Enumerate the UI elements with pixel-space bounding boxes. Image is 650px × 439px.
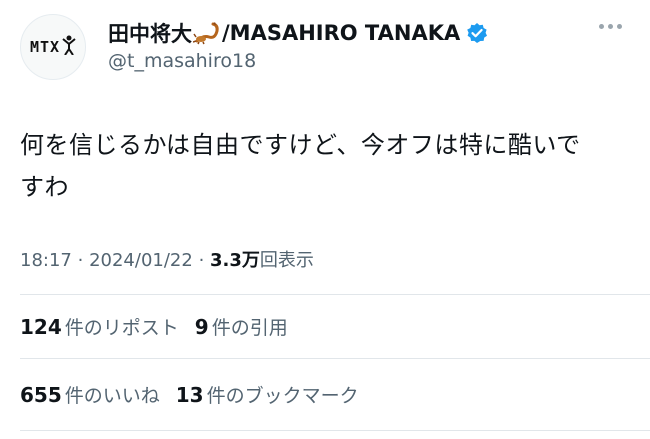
author-name-row[interactable]: 田中将大 /MASAHIRO TANAKA bbox=[108, 18, 488, 48]
meta-separator: · bbox=[198, 250, 205, 271]
display-name[interactable]: 田中将大 bbox=[108, 18, 192, 48]
display-name-suffix[interactable]: /MASAHIRO TANAKA bbox=[222, 21, 460, 45]
stats-row-likes: 655 件のいいね 13 件のブックマーク bbox=[20, 381, 375, 408]
bookmarks-label: 件のブックマーク bbox=[206, 385, 359, 407]
divider bbox=[20, 430, 650, 431]
tweet-text: 何を信じるかは自由ですけど、今オフは特に酷いで すわ bbox=[20, 124, 630, 208]
likes-count: 655 bbox=[20, 383, 62, 407]
meta-separator: · bbox=[77, 250, 84, 271]
reposts-label: 件のリポスト bbox=[64, 317, 179, 339]
reposts-stat[interactable]: 124 件のリポスト bbox=[20, 313, 179, 340]
scorpion-icon bbox=[192, 20, 222, 46]
verified-badge-icon bbox=[466, 22, 488, 44]
divider bbox=[20, 294, 650, 295]
avatar[interactable]: MTX bbox=[20, 14, 86, 80]
quotes-count: 9 bbox=[194, 315, 209, 339]
divider bbox=[20, 358, 650, 359]
more-options-icon[interactable] bbox=[599, 24, 622, 29]
tweet-meta: 18:17 · 2024/01/22 · 3.3万回表示 bbox=[20, 246, 314, 272]
tweet-text-line: 何を信じるかは自由ですけど、今オフは特に酷いで bbox=[20, 131, 581, 159]
avatar-text: MTX bbox=[29, 38, 61, 56]
reposts-count: 124 bbox=[20, 315, 62, 339]
stats-row-reposts: 124 件のリポスト 9 件の引用 bbox=[20, 313, 304, 340]
bookmarks-count: 13 bbox=[175, 383, 204, 407]
tweet-time[interactable]: 18:17 bbox=[20, 250, 72, 271]
likes-stat[interactable]: 655 件のいいね bbox=[20, 381, 160, 408]
views-label: 回表示 bbox=[259, 250, 314, 271]
quotes-label: 件の引用 bbox=[211, 317, 288, 339]
tweet-date[interactable]: 2024/01/22 bbox=[89, 250, 193, 271]
avatar-figure-icon bbox=[62, 35, 76, 59]
tweet-text-line: すわ bbox=[20, 173, 69, 201]
likes-label: 件のいいね bbox=[64, 385, 160, 407]
bookmarks-stat[interactable]: 13 件のブックマーク bbox=[176, 381, 359, 408]
tweet-header: MTX 田中将大 /MASAHIRO TANAKA @t_masahiro18 bbox=[20, 10, 630, 90]
views-count[interactable]: 3.3万 bbox=[210, 250, 260, 271]
author-handle[interactable]: @t_masahiro18 bbox=[108, 50, 256, 72]
quotes-stat[interactable]: 9 件の引用 bbox=[195, 313, 288, 340]
